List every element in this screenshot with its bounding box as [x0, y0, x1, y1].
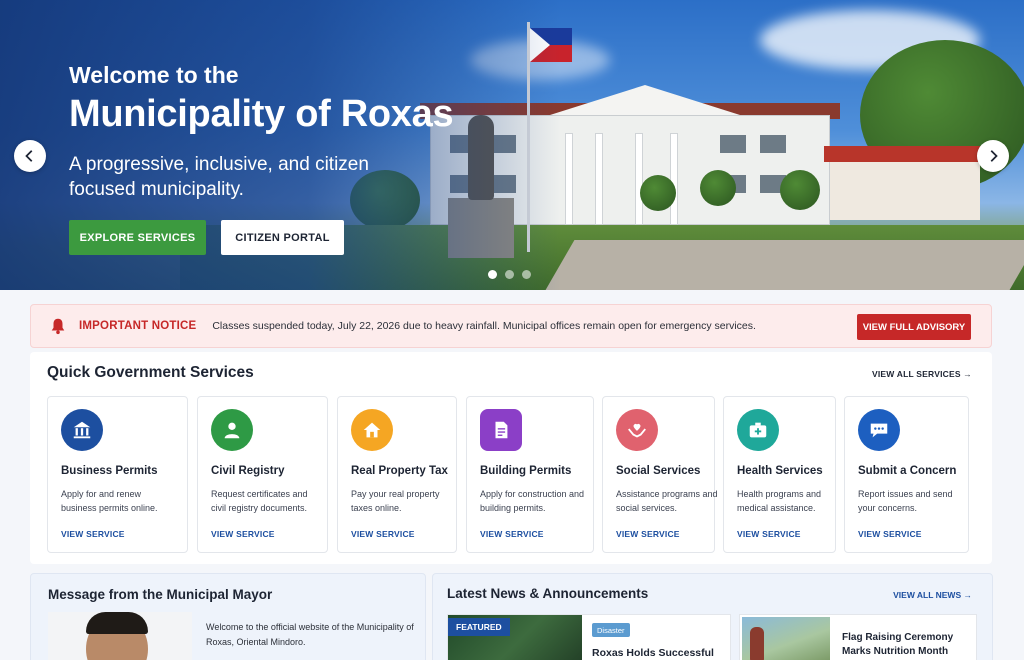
home-icon [351, 409, 393, 451]
service-description: Pay your real property taxes online. [351, 489, 440, 513]
service-card-building-permits[interactable]: Building Permits Apply for construction … [466, 396, 594, 553]
hero-carousel: Welcome to the Municipality of Roxas A p… [0, 0, 1024, 290]
service-description: Report issues and send your concerns. [858, 489, 953, 513]
mayor-photo [48, 612, 192, 660]
citizen-portal-button[interactable]: CITIZEN PORTAL [221, 220, 344, 255]
chat-icon [858, 409, 900, 451]
road-decoration [545, 240, 1024, 290]
service-description: Health programs and medical assistance. [737, 489, 822, 513]
service-description: Apply for and renew business permits onl… [61, 489, 158, 513]
service-name: Social Services [616, 465, 701, 477]
document-icon [480, 409, 522, 451]
mayor-heading: Message from the Municipal Mayor [48, 587, 273, 602]
view-full-advisory-button[interactable]: VIEW FULL ADVISORY [857, 314, 971, 340]
carousel-prev-button[interactable] [14, 140, 46, 172]
view-service-link[interactable]: VIEW SERVICE [858, 529, 922, 539]
service-name: Real Property Tax [351, 465, 448, 477]
service-name: Health Services [737, 465, 823, 477]
service-card-business-permits[interactable]: Business Permits Apply for and renew bus… [47, 396, 188, 553]
service-card-health-services[interactable]: Health Services Health programs and medi… [723, 396, 836, 553]
service-card-real-property-tax[interactable]: Real Property Tax Pay your real property… [337, 396, 457, 553]
service-description: Assistance programs and social services. [616, 489, 718, 513]
news-heading: Latest News & Announcements [447, 586, 649, 601]
service-card-submit-concern[interactable]: Submit a Concern Report issues and send … [844, 396, 969, 553]
chevron-left-icon [25, 150, 33, 162]
view-service-link[interactable]: VIEW SERVICE [616, 529, 680, 539]
building-icon [61, 409, 103, 451]
carousel-dot-3[interactable] [522, 270, 531, 279]
news-category-badge: Disaster [592, 623, 630, 637]
service-name: Civil Registry [211, 465, 285, 477]
chevron-right-icon [990, 150, 998, 162]
service-card-social-services[interactable]: Social Services Assistance programs and … [602, 396, 718, 553]
service-card-civil-registry[interactable]: Civil Registry Request certificates and … [197, 396, 328, 553]
carousel-dot-1[interactable] [488, 270, 497, 279]
tree-decoration [640, 175, 676, 211]
carousel-dot-2[interactable] [505, 270, 514, 279]
annex-building-image [824, 146, 986, 220]
news-card[interactable]: Flag Raising Ceremony Marks Nutrition Mo… [739, 614, 977, 660]
service-name: Submit a Concern [858, 465, 957, 477]
notice-label: IMPORTANT NOTICE [79, 320, 197, 332]
carousel-next-button[interactable] [977, 140, 1009, 172]
news-section: Latest News & Announcements VIEW ALL NEW… [432, 573, 993, 660]
featured-news-card[interactable]: FEATURED Disaster Roxas Holds Successful [447, 614, 731, 660]
explore-services-button[interactable]: EXPLORE SERVICES [69, 220, 206, 255]
important-notice-banner: IMPORTANT NOTICE Classes suspended today… [30, 304, 992, 348]
hero-text: Welcome to the Municipality of Roxas A p… [69, 62, 454, 202]
hero-kicker: Welcome to the [69, 62, 239, 88]
view-service-link[interactable]: VIEW SERVICE [61, 529, 125, 539]
view-service-link[interactable]: VIEW SERVICE [351, 529, 415, 539]
mayor-message-section: Message from the Municipal Mayor Welcome… [30, 573, 426, 660]
person-icon [211, 409, 253, 451]
notice-message: Classes suspended today, July 22, 2026 d… [212, 320, 756, 332]
view-service-link[interactable]: VIEW SERVICE [211, 529, 275, 539]
carousel-dots [488, 270, 531, 279]
view-all-services-link[interactable]: VIEW ALL SERVICES → [872, 369, 972, 379]
heart-hands-icon [616, 409, 658, 451]
medical-kit-icon [737, 409, 779, 451]
view-all-news-link[interactable]: VIEW ALL NEWS → [893, 590, 972, 600]
hero-subtitle: A progressive, inclusive, and citizen fo… [69, 154, 369, 200]
news-title[interactable]: Flag Raising Ceremony Marks Nutrition Mo… [842, 631, 972, 659]
service-name: Building Permits [480, 465, 572, 477]
mayor-message-text: Welcome to the official website of the M… [206, 622, 414, 647]
tree-decoration [700, 170, 736, 206]
view-service-link[interactable]: VIEW SERVICE [737, 529, 801, 539]
bell-icon [51, 318, 65, 335]
view-service-link[interactable]: VIEW SERVICE [480, 529, 544, 539]
featured-news-title[interactable]: Roxas Holds Successful [592, 647, 714, 659]
news-image [742, 617, 830, 660]
service-description: Apply for construction and building perm… [480, 489, 585, 513]
service-description: Request certificates and civil registry … [211, 489, 308, 513]
quick-services-section: Quick Government Services VIEW ALL SERVI… [30, 352, 992, 564]
featured-badge: FEATURED [448, 618, 510, 636]
services-heading: Quick Government Services [47, 364, 254, 381]
tree-decoration [780, 170, 820, 210]
service-name: Business Permits [61, 465, 158, 477]
hero-title: Municipality of Roxas [69, 93, 454, 135]
